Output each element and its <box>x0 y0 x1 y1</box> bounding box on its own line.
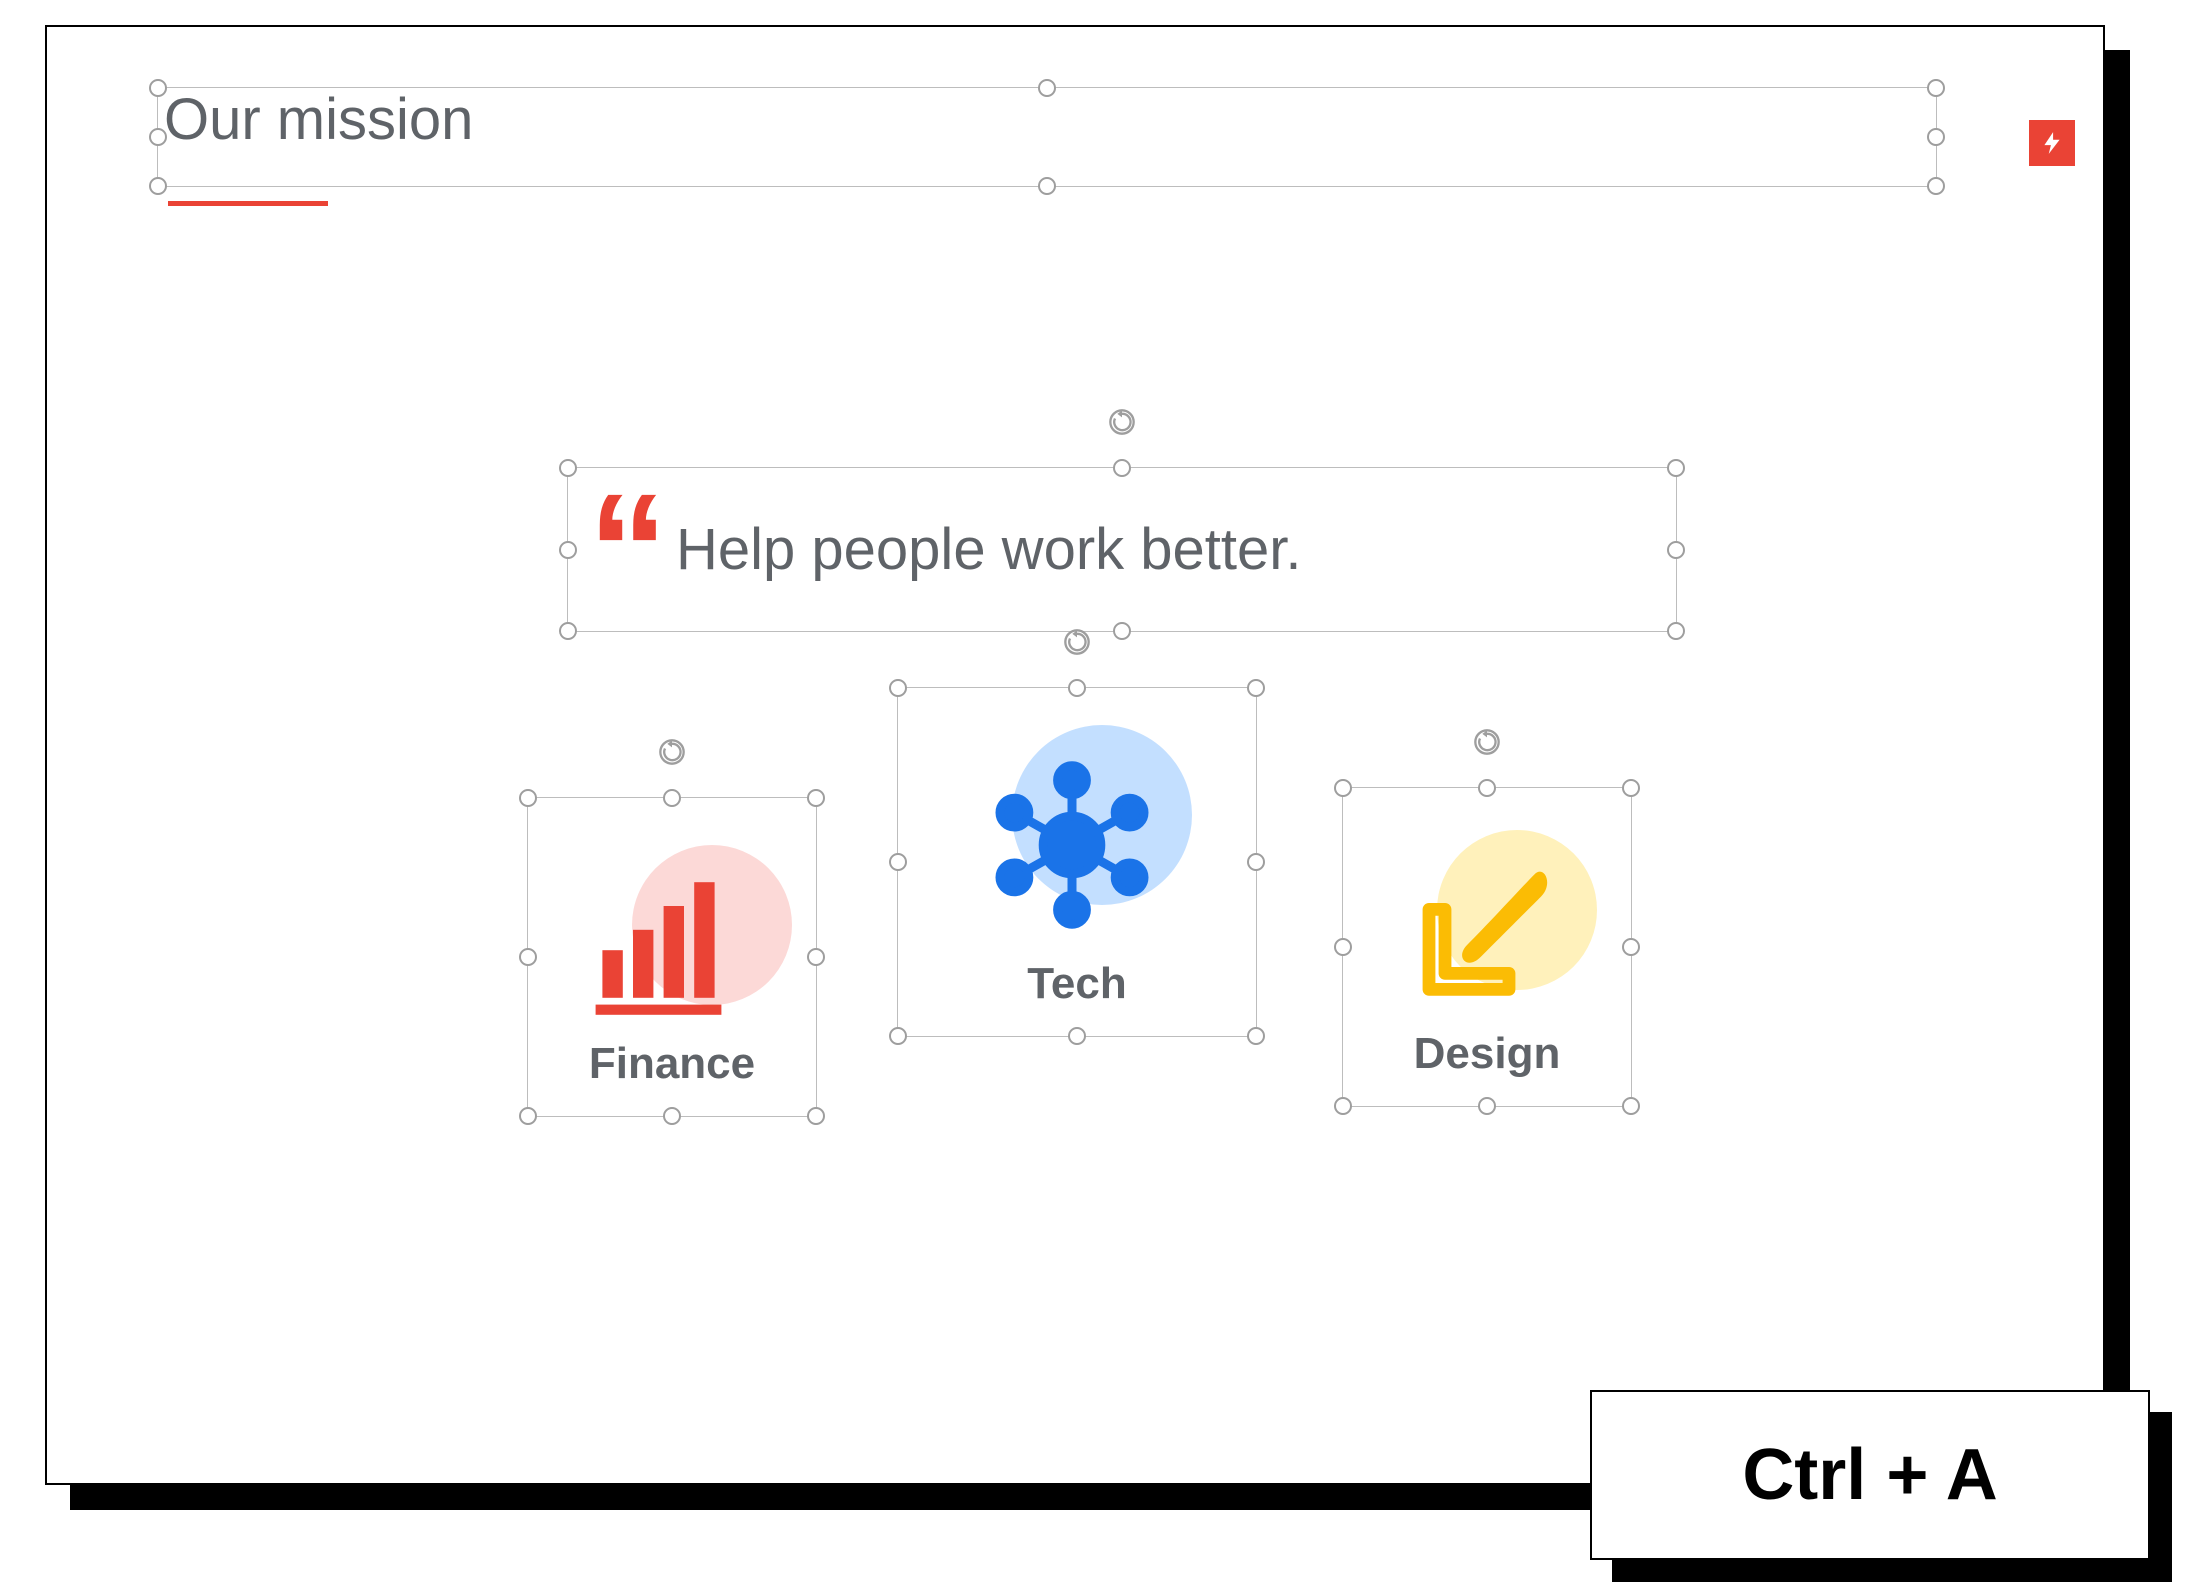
shortcut-overlay: Ctrl + A <box>1590 1390 2150 1560</box>
resize-handle[interactable] <box>519 1107 537 1125</box>
finance-label[interactable]: Finance <box>589 1039 755 1089</box>
rotate-handle[interactable] <box>1063 628 1091 656</box>
slide-title[interactable]: Our mission <box>158 88 1936 152</box>
slide-canvas[interactable]: Our mission <box>45 25 2105 1485</box>
resize-handle[interactable] <box>889 679 907 697</box>
resize-handle[interactable] <box>1622 938 1640 956</box>
design-label[interactable]: Design <box>1414 1029 1561 1079</box>
resize-handle[interactable] <box>149 128 167 146</box>
resize-handle[interactable] <box>519 789 537 807</box>
resize-handle[interactable] <box>1667 622 1685 640</box>
resize-handle[interactable] <box>1927 177 1945 195</box>
resize-handle[interactable] <box>663 789 681 807</box>
title-underline <box>168 201 328 206</box>
paintbrush-icon <box>1397 855 1557 1015</box>
resize-handle[interactable] <box>1068 679 1086 697</box>
rotate-handle[interactable] <box>1108 408 1136 436</box>
lightning-icon <box>2039 130 2065 156</box>
shortcut-label: Ctrl + A <box>1590 1390 2150 1560</box>
resize-handle[interactable] <box>889 1027 907 1045</box>
resize-handle[interactable] <box>1622 779 1640 797</box>
resize-handle[interactable] <box>1113 459 1131 477</box>
resize-handle[interactable] <box>807 789 825 807</box>
lightning-badge[interactable] <box>2029 120 2075 166</box>
resize-handle[interactable] <box>519 948 537 966</box>
quote-text[interactable]: Help people work better. <box>676 516 1301 583</box>
rotate-handle[interactable] <box>1473 728 1501 756</box>
resize-handle[interactable] <box>663 1107 681 1125</box>
resize-handle[interactable] <box>1068 1027 1086 1045</box>
resize-handle[interactable] <box>1334 938 1352 956</box>
resize-handle[interactable] <box>1113 622 1131 640</box>
tech-textbox[interactable]: Tech <box>897 687 1257 1037</box>
resize-handle[interactable] <box>559 622 577 640</box>
resize-handle[interactable] <box>559 459 577 477</box>
resize-handle[interactable] <box>1478 779 1496 797</box>
resize-handle[interactable] <box>1247 679 1265 697</box>
resize-handle[interactable] <box>1622 1097 1640 1115</box>
network-icon <box>982 755 1162 935</box>
resize-handle[interactable] <box>1038 177 1056 195</box>
resize-handle[interactable] <box>1478 1097 1496 1115</box>
design-textbox[interactable]: Design <box>1342 787 1632 1107</box>
tech-label[interactable]: Tech <box>1027 959 1126 1009</box>
resize-handle[interactable] <box>1927 128 1945 146</box>
resize-handle[interactable] <box>1667 541 1685 559</box>
resize-handle[interactable] <box>1247 1027 1265 1045</box>
title-textbox[interactable]: Our mission <box>157 87 1937 187</box>
resize-handle[interactable] <box>149 79 167 97</box>
finance-textbox[interactable]: Finance <box>527 797 817 1117</box>
quote-mark-icon: “ <box>588 510 654 590</box>
resize-handle[interactable] <box>889 853 907 871</box>
quote-textbox[interactable]: “ Help people work better. <box>567 467 1677 632</box>
resize-handle[interactable] <box>1038 79 1056 97</box>
slide[interactable]: Our mission <box>45 25 2105 1485</box>
resize-handle[interactable] <box>807 1107 825 1125</box>
resize-handle[interactable] <box>1334 1097 1352 1115</box>
resize-handle[interactable] <box>807 948 825 966</box>
resize-handle[interactable] <box>1667 459 1685 477</box>
resize-handle[interactable] <box>559 541 577 559</box>
resize-handle[interactable] <box>1927 79 1945 97</box>
resize-handle[interactable] <box>149 177 167 195</box>
bar-chart-icon <box>582 855 752 1025</box>
resize-handle[interactable] <box>1247 853 1265 871</box>
resize-handle[interactable] <box>1334 779 1352 797</box>
rotate-handle[interactable] <box>658 738 686 766</box>
